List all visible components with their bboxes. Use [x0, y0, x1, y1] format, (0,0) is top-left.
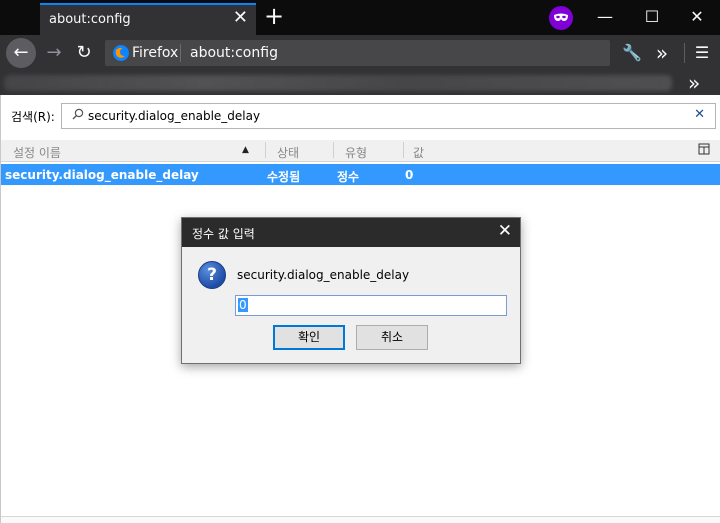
nav-bar: ← → ↻ Firefox about:config 🔧 » ☰: [0, 35, 720, 71]
integer-input-dialog: 정수 값 입력 ✕ ? security.dialog_enable_delay…: [181, 217, 521, 364]
tab-title: about:config: [49, 12, 131, 27]
column-separator[interactable]: [333, 142, 334, 158]
tab-strip: about:config ✕ + — ☐ ✕: [0, 0, 720, 35]
toolbar-divider: [684, 43, 685, 63]
search-icon: [72, 108, 84, 123]
url-bar[interactable]: Firefox about:config: [105, 40, 610, 66]
tools-wrench-icon[interactable]: 🔧: [618, 39, 646, 67]
identity-label: Firefox: [132, 45, 179, 61]
tab-about-config[interactable]: about:config ✕: [40, 3, 256, 35]
dialog-titlebar[interactable]: 정수 값 입력 ✕: [182, 218, 520, 247]
bookmarks-blurred-items: [4, 75, 672, 91]
private-browsing-mask-icon: [549, 6, 573, 30]
column-separator[interactable]: [403, 142, 404, 158]
minimize-button[interactable]: —: [585, 4, 625, 30]
bookmarks-overflow-button[interactable]: »: [688, 71, 700, 95]
table-row[interactable]: security.dialog_enable_delay 수정됨 정수 0: [1, 164, 720, 185]
dialog-message: security.dialog_enable_delay: [237, 268, 410, 282]
column-header-type[interactable]: 유형: [345, 144, 367, 161]
input-value-selected: 0: [238, 298, 248, 312]
url-text[interactable]: about:config: [190, 45, 278, 61]
column-header-status[interactable]: 상태: [277, 144, 299, 161]
cancel-button[interactable]: 취소: [356, 325, 428, 350]
forward-button[interactable]: →: [40, 39, 68, 67]
search-input[interactable]: security.dialog_enable_delay ✕: [61, 103, 716, 129]
url-separator: [180, 44, 181, 62]
column-picker-icon[interactable]: [698, 143, 710, 158]
firefox-logo-icon: [113, 45, 129, 61]
search-value: security.dialog_enable_delay: [88, 109, 261, 123]
pref-status-cell: 수정됨: [267, 170, 301, 184]
search-label: 검색(R):: [11, 110, 55, 124]
search-clear-icon[interactable]: ✕: [694, 107, 705, 122]
pref-value-cell: 0: [405, 168, 414, 182]
tab-close-icon[interactable]: ✕: [233, 9, 248, 27]
window-close-button[interactable]: ✕: [677, 4, 717, 30]
integer-value-input[interactable]: 0: [235, 295, 507, 316]
page-bottom-edge: [1, 516, 720, 523]
toolbar-overflow-button[interactable]: »: [648, 39, 676, 67]
dialog-title: 정수 값 입력: [192, 227, 255, 241]
hamburger-menu-icon[interactable]: ☰: [688, 39, 716, 67]
reload-button[interactable]: ↻: [70, 39, 98, 67]
column-header-value[interactable]: 값: [413, 144, 424, 161]
sort-ascending-icon: ▲: [242, 145, 249, 155]
pref-type-cell: 정수: [337, 170, 360, 184]
question-icon: ?: [198, 261, 226, 289]
column-header-row: 설정 이름 ▲ 상태 유형 값: [1, 140, 720, 162]
column-separator[interactable]: [265, 142, 266, 158]
column-header-name[interactable]: 설정 이름: [13, 144, 61, 161]
maximize-button[interactable]: ☐: [632, 4, 672, 30]
bookmarks-bar: »: [0, 71, 720, 95]
ok-button[interactable]: 확인: [273, 325, 345, 350]
dialog-close-icon[interactable]: ✕: [498, 221, 512, 241]
new-tab-button[interactable]: +: [262, 2, 286, 32]
back-button[interactable]: ←: [6, 38, 36, 68]
pref-name-cell: security.dialog_enable_delay: [5, 168, 199, 182]
